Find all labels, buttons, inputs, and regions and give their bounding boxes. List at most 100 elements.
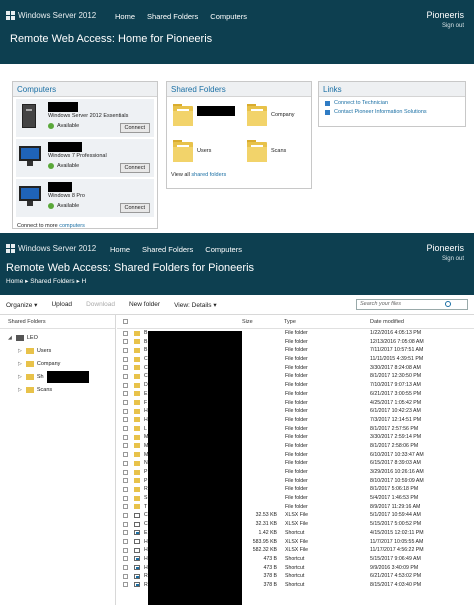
file-name[interactable]: B	[144, 339, 147, 345]
toolbar: Organize ▾ Upload Download New folder Vi…	[0, 295, 474, 315]
nav-home[interactable]: Home	[110, 245, 130, 254]
nav-home[interactable]: Home	[115, 12, 135, 21]
excel-file-icon	[134, 512, 140, 518]
breadcrumb-current[interactable]: H	[82, 278, 87, 285]
search-input[interactable]: Search your files	[356, 299, 468, 310]
row-checkbox[interactable]	[123, 521, 128, 527]
view-all-shared-link[interactable]: shared folders	[191, 172, 226, 178]
more-computers-link[interactable]: computers	[59, 223, 85, 229]
file-type: File folder	[285, 338, 308, 345]
row-checkbox[interactable]	[123, 391, 128, 397]
row-checkbox[interactable]	[123, 504, 128, 510]
tree-root[interactable]: ◢ LEO	[8, 335, 38, 341]
row-checkbox[interactable]	[123, 486, 128, 492]
expand-arrow-icon[interactable]: ▷	[18, 361, 22, 367]
tree-node-users[interactable]: ▷ Users	[18, 348, 51, 354]
file-name[interactable]: P	[144, 478, 147, 484]
link-icon	[325, 109, 330, 115]
file-type: File folder	[285, 486, 308, 493]
download-button[interactable]: Download	[86, 301, 115, 308]
breadcrumb-shared[interactable]: Shared Folders	[30, 278, 74, 285]
folder-icon[interactable]	[173, 104, 193, 126]
date-column-header[interactable]: Date modified	[370, 319, 404, 325]
select-all-checkbox[interactable]	[123, 319, 128, 324]
folder-label[interactable]: Users	[197, 148, 211, 154]
row-checkbox[interactable]	[123, 565, 128, 571]
row-checkbox[interactable]	[123, 373, 128, 379]
row-checkbox[interactable]	[123, 478, 128, 484]
folder-label[interactable]: Scans	[271, 148, 286, 154]
row-checkbox[interactable]	[123, 530, 128, 536]
nav-computers[interactable]: Computers	[210, 12, 247, 21]
row-checkbox[interactable]	[123, 495, 128, 501]
row-checkbox[interactable]	[123, 434, 128, 440]
size-column-header[interactable]: Size	[242, 319, 253, 325]
users-folder-icon[interactable]	[173, 140, 193, 162]
page-title: Remote Web Access: Home for Pioneeris	[10, 33, 213, 45]
upload-button[interactable]: Upload	[51, 301, 72, 308]
tree-node-selected[interactable]: ▷ Sh	[18, 374, 44, 380]
file-name[interactable]: T	[144, 504, 147, 510]
file-name[interactable]: E	[144, 391, 147, 397]
row-checkbox[interactable]	[123, 556, 128, 562]
row-checkbox[interactable]	[123, 400, 128, 405]
row-checkbox[interactable]	[123, 347, 128, 353]
file-name[interactable]: E	[144, 530, 147, 536]
row-checkbox[interactable]	[123, 330, 128, 336]
row-checkbox[interactable]	[123, 443, 128, 449]
type-column-header[interactable]: Type	[284, 319, 296, 325]
file-name[interactable]: B	[144, 347, 147, 353]
collapse-arrow-icon[interactable]: ◢	[8, 335, 12, 341]
shared-folders-panel: Shared Folders Company Users Scans View …	[166, 81, 312, 189]
link-item[interactable]: Connect to Technician	[319, 97, 465, 106]
folder-label[interactable]: Company	[271, 112, 295, 118]
expand-arrow-icon[interactable]: ▷	[18, 374, 22, 380]
view-menu[interactable]: View: Details ▾	[174, 301, 217, 309]
folder-icon	[134, 373, 140, 379]
row-checkbox[interactable]	[123, 417, 128, 423]
sign-out-link[interactable]: Sign out	[442, 256, 464, 262]
expand-arrow-icon[interactable]: ▷	[18, 348, 22, 354]
row-checkbox[interactable]	[123, 339, 128, 345]
connect-button[interactable]: Connect	[119, 203, 150, 213]
file-date: 6/1/2017 10:42:23 AM	[370, 408, 421, 415]
folder-icon	[25, 374, 34, 380]
expand-arrow-icon[interactable]: ▷	[18, 387, 22, 393]
sign-out-link[interactable]: Sign out	[442, 23, 464, 29]
breadcrumb-home[interactable]: Home	[6, 278, 23, 285]
folder-icon[interactable]	[247, 140, 267, 162]
tree-node-company[interactable]: ▷ Company	[18, 361, 60, 367]
file-name[interactable]: P	[144, 469, 147, 475]
file-name[interactable]: L	[144, 426, 147, 432]
folder-tree: Shared Folders ◢ LEO ▷ Users ▷ Company ▷ Sh …	[0, 315, 116, 605]
folder-icon[interactable]	[247, 104, 267, 126]
row-checkbox[interactable]	[123, 452, 128, 458]
nav-shared-folders[interactable]: Shared Folders	[142, 245, 193, 254]
row-checkbox[interactable]	[123, 539, 128, 544]
file-name[interactable]: S	[144, 495, 147, 501]
file-type: Shortcut	[285, 581, 305, 588]
row-checkbox[interactable]	[123, 460, 128, 466]
tree-node-scans[interactable]: ▷ Scans	[18, 387, 52, 393]
file-name[interactable]: B	[144, 330, 147, 336]
row-checkbox[interactable]	[123, 582, 128, 588]
row-checkbox[interactable]	[123, 573, 128, 579]
nav-shared-folders[interactable]: Shared Folders	[147, 12, 198, 21]
nav-computers[interactable]: Computers	[205, 245, 242, 254]
row-checkbox[interactable]	[123, 547, 128, 553]
connect-button[interactable]: Connect	[119, 123, 150, 133]
row-checkbox[interactable]	[123, 382, 128, 388]
row-checkbox[interactable]	[123, 365, 128, 371]
row-checkbox[interactable]	[123, 356, 128, 362]
row-checkbox[interactable]	[123, 512, 128, 518]
connect-button[interactable]: Connect	[119, 163, 150, 173]
row-checkbox[interactable]	[123, 426, 128, 432]
search-icon[interactable]	[445, 301, 451, 307]
available-icon	[48, 203, 54, 209]
row-checkbox[interactable]	[123, 408, 128, 414]
organize-menu[interactable]: Organize ▾	[6, 301, 37, 309]
row-checkbox[interactable]	[123, 469, 128, 475]
link-item[interactable]: Contact Pioneer Information Solutions	[319, 106, 465, 115]
new-folder-button[interactable]: New folder	[129, 301, 160, 308]
file-name[interactable]: F	[144, 400, 147, 406]
